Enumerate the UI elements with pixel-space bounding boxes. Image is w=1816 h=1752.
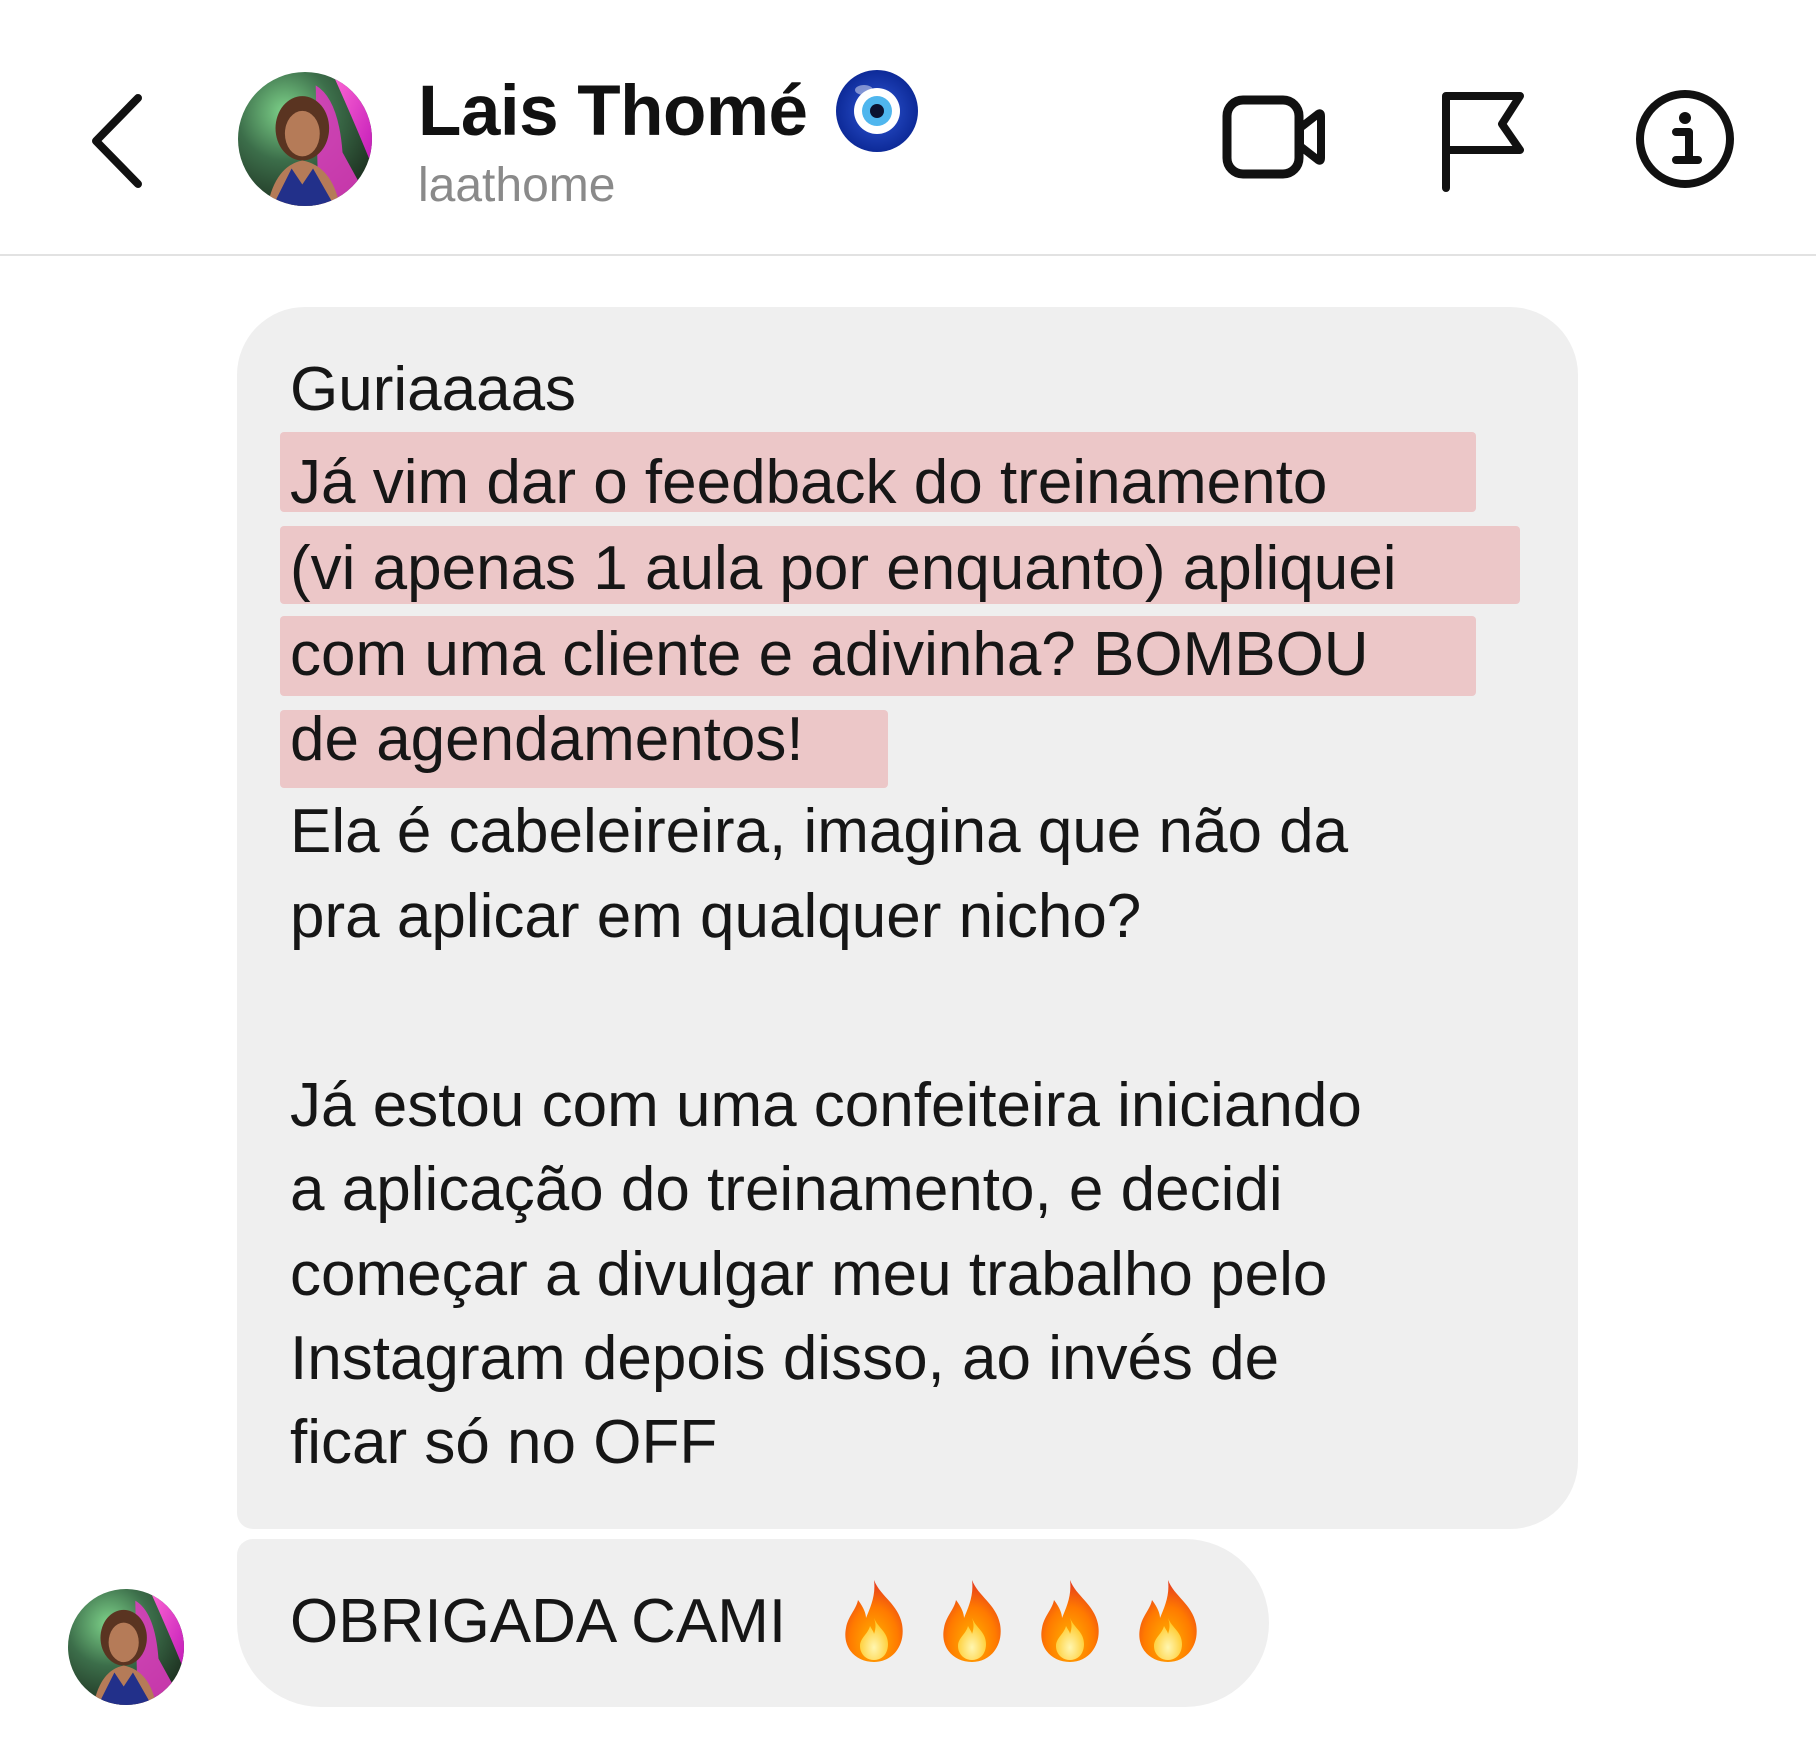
chat-header: Lais Thomé laathome <box>0 0 1816 256</box>
message-line: Ela é cabeleireira, imagina que não da <box>290 797 1349 866</box>
emoji-row <box>836 1578 1206 1664</box>
message-line: Instagram depois disso, ao invés de <box>290 1324 1280 1393</box>
message-line: pra aplicar em qualquer nicho? <box>290 882 1142 951</box>
video-call-button[interactable] <box>1222 92 1326 182</box>
message-line: (vi apenas 1 aula por enquanto) apliquei <box>290 534 1397 603</box>
message-line: a aplicação do treinamento, e decidi <box>290 1155 1283 1224</box>
video-camera-icon <box>1222 95 1325 179</box>
profile-photo <box>238 72 372 206</box>
message-line: Guriaaaas <box>290 355 577 424</box>
report-button[interactable] <box>1438 88 1526 192</box>
message-text: OBRIGADA CAMI <box>290 1587 787 1656</box>
evil-eye-icon <box>834 68 920 154</box>
fire-emoji-icon <box>1130 1578 1206 1664</box>
message-line: começar a divulgar meu trabalho pelo <box>290 1240 1328 1309</box>
fire-emoji-icon <box>1032 1578 1108 1664</box>
contact-name: Lais Thomé <box>418 71 808 151</box>
message-line: Já estou com uma confeiteira iniciando <box>290 1071 1362 1140</box>
message-line: Já vim dar o feedback do treinamento <box>290 448 1328 517</box>
username: laathome <box>418 159 616 212</box>
contact-title: Lais Thomé <box>418 66 920 156</box>
message-line: com uma cliente e adivinha? BOMBOU <box>290 620 1369 689</box>
profile-photo <box>68 1589 184 1705</box>
sender-avatar[interactable] <box>68 1589 184 1705</box>
message-line: ficar só no OFF <box>290 1408 718 1477</box>
flag-icon <box>1442 92 1524 192</box>
avatar[interactable] <box>238 72 372 206</box>
info-button[interactable] <box>1634 88 1736 190</box>
info-icon <box>1636 90 1734 188</box>
fire-emoji-icon <box>836 1578 912 1664</box>
message-line: de agendamentos! <box>290 705 804 774</box>
fire-emoji-icon <box>934 1578 1010 1664</box>
back-button[interactable] <box>80 86 160 196</box>
chevron-left-icon <box>92 94 142 188</box>
